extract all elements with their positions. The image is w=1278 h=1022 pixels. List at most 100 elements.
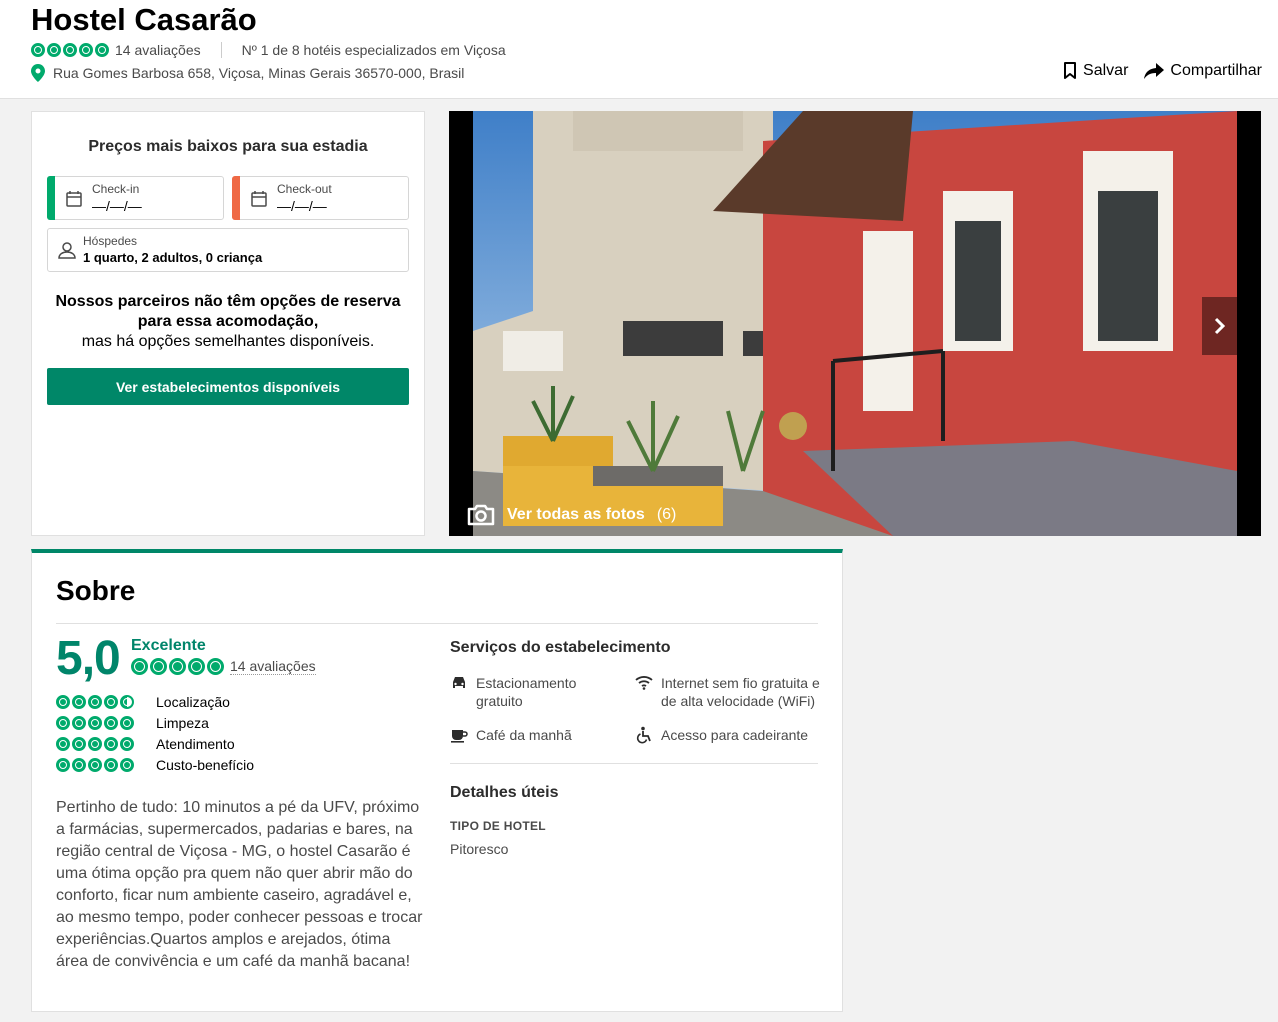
view-all-photos-link[interactable]: Ver todas as fotos (6): [467, 504, 676, 526]
bubble-icon: [72, 736, 86, 751]
bubble-icon: [169, 658, 186, 675]
bubble-icon: [56, 715, 70, 730]
checkin-field[interactable]: Check-in —/—/—: [47, 176, 224, 220]
hotel-header: Hostel Casarão 14 avaliações Nº 1 de 8 h…: [0, 0, 1278, 99]
hotel-photo[interactable]: Ver todas as fotos (6): [449, 111, 1261, 536]
bubble-icon: [104, 736, 118, 751]
guests-field[interactable]: Hóspedes 1 quarto, 2 adultos, 0 criança: [47, 228, 409, 272]
bubble-icon: [31, 43, 45, 57]
coffee-icon: [451, 730, 468, 743]
bubble-icon: [72, 694, 86, 709]
booking-card: Preços mais baixos para sua estadia Chec…: [31, 111, 425, 536]
score-bubbles-row: 14 avaliações: [131, 658, 316, 675]
bubble-icon: [56, 694, 70, 709]
subratings-list: Localização Limpeza Atendimento Custo-be…: [56, 691, 254, 775]
calendar-icon: [66, 191, 82, 207]
bubble-icon: [88, 757, 102, 772]
reviews-count-link[interactable]: 14 avaliações: [115, 42, 201, 58]
bubble-icon: [88, 715, 102, 730]
share-label: Compartilhar: [1170, 62, 1262, 79]
booking-title: Preços mais baixos para sua estadia: [88, 138, 368, 155]
checkin-value: —/—/—: [92, 198, 142, 214]
bubble-icon: [63, 43, 77, 57]
subrating-service: Atendimento: [56, 733, 254, 754]
service-breakfast: Café da manhã: [450, 726, 620, 744]
guests-value: 1 quarto, 2 adultos, 0 criança: [83, 250, 263, 265]
bubble-icon: [104, 694, 118, 709]
bubble-icon: [88, 694, 102, 709]
chevron-right-icon: [1214, 317, 1226, 335]
bubble-icon: [56, 757, 70, 772]
bubble-icon: [47, 43, 61, 57]
camera-icon: [467, 504, 495, 526]
bookmark-icon: [1064, 62, 1077, 79]
bubble-icon: [120, 757, 134, 772]
guests-label: Hóspedes: [83, 234, 138, 248]
section-divider: [56, 623, 818, 624]
next-photo-button[interactable]: [1202, 297, 1238, 355]
subrating-location: Localização: [56, 691, 254, 712]
bubble-icon: [150, 658, 167, 675]
hotel-rating-row: 14 avaliações Nº 1 de 8 hotéis especiali…: [31, 41, 506, 59]
hotel-name: Hostel Casarão: [31, 2, 257, 37]
save-button[interactable]: Salvar: [1063, 62, 1128, 80]
rating-bubbles: [56, 694, 156, 709]
bubble-icon: [207, 658, 224, 675]
service-label: Internet sem fio gratuita e de alta velo…: [661, 675, 820, 709]
services-title: Serviços do estabelecimento: [450, 639, 671, 656]
about-section: Sobre 5,0 Excelente 14 avaliações Locali…: [31, 549, 843, 1012]
service-label: Estacionamento gratuito: [476, 675, 577, 709]
about-title: Sobre: [56, 575, 136, 606]
bubble-icon: [104, 757, 118, 772]
save-label: Salvar: [1083, 62, 1129, 79]
checkout-field[interactable]: Check-out —/—/—: [232, 176, 409, 220]
checkout-strip: [232, 176, 240, 220]
checkout-label: Check-out: [277, 182, 332, 196]
rating-bubbles: [56, 736, 156, 751]
score-word: Excelente: [131, 637, 206, 654]
half-bubble-icon: [120, 694, 134, 709]
bubble-icon: [72, 757, 86, 772]
rating-bubbles: [56, 757, 156, 772]
wifi-icon: [635, 676, 653, 690]
view-all-photos-label: Ver todas as fotos: [507, 506, 645, 523]
ranking-text[interactable]: Nº 1 de 8 hotéis especializados em Viços…: [242, 42, 506, 58]
hotel-type-label: TIPO DE HOTEL: [450, 819, 546, 833]
car-icon: [453, 677, 465, 688]
hotel-facade-image: [473, 111, 1237, 536]
divider: [220, 42, 222, 58]
subrating-label: Custo-benefício: [156, 756, 255, 773]
subrating-cleanliness: Limpeza: [56, 712, 254, 733]
service-wheelchair: Acesso para cadeirante: [635, 726, 825, 744]
subrating-label: Atendimento: [156, 735, 235, 752]
bubble-icon: [95, 43, 109, 57]
about-reviews-link[interactable]: 14 avaliações: [230, 658, 316, 675]
address-text[interactable]: Rua Gomes Barbosa 658, Viçosa, Minas Ger…: [53, 65, 464, 81]
share-button[interactable]: Compartilhar: [1144, 62, 1262, 80]
bubble-icon: [56, 736, 70, 751]
rating-bubbles[interactable]: [31, 43, 109, 57]
no-partner-bold: Nossos parceiros não têm opções de reser…: [55, 293, 401, 330]
service-label: Café da manhã: [476, 727, 572, 743]
bubble-icon: [72, 715, 86, 730]
no-partner-message: Nossos parceiros não têm opções de reser…: [46, 292, 410, 352]
hotel-type-value: Pitoresco: [450, 841, 509, 857]
useful-details-title: Detalhes úteis: [450, 784, 559, 801]
subrating-value: Custo-benefício: [56, 754, 254, 775]
checkin-label: Check-in: [92, 182, 140, 196]
wheelchair-icon: [636, 726, 651, 744]
section-divider: [450, 763, 818, 764]
bubble-icon: [120, 715, 134, 730]
checkin-strip: [47, 176, 55, 220]
bubble-icon: [104, 715, 118, 730]
service-wifi: Internet sem fio gratuita e de alta velo…: [635, 674, 825, 710]
subrating-label: Limpeza: [156, 714, 209, 731]
subrating-label: Localização: [156, 693, 230, 710]
view-available-button[interactable]: Ver estabelecimentos disponíveis: [47, 368, 409, 405]
bubble-icon: [120, 736, 134, 751]
hotel-description: Pertinho de tudo: 10 minutos a pé da UFV…: [56, 799, 423, 970]
address-row[interactable]: Rua Gomes Barbosa 658, Viçosa, Minas Ger…: [31, 63, 464, 83]
checkout-value: —/—/—: [277, 198, 327, 214]
header-actions: Salvar Compartilhar: [1063, 62, 1262, 80]
bubble-icon: [131, 658, 148, 675]
